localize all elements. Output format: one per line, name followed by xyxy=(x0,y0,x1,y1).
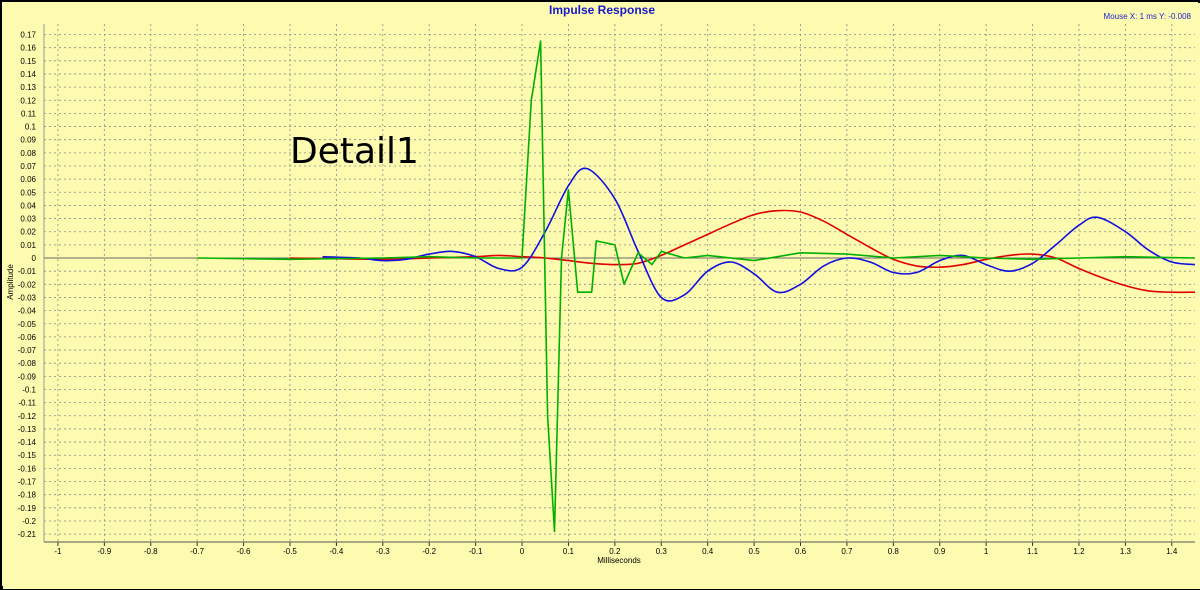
y-tick-label: -0.02 xyxy=(18,280,37,289)
y-tick-label: -0.04 xyxy=(18,307,37,316)
y-tick-label: 0.13 xyxy=(20,83,36,92)
y-tick-label: -0.1 xyxy=(22,385,36,394)
x-axis-label: Milliseconds xyxy=(597,556,641,565)
x-tick-label: 0.7 xyxy=(841,547,853,556)
y-tick-label: -0.16 xyxy=(18,464,37,473)
y-tick-label: 0.17 xyxy=(20,31,36,40)
x-tick-label: 1.1 xyxy=(1027,547,1039,556)
mouse-readout: Mouse X: 1 ms Y: -0.008 xyxy=(1104,12,1192,21)
x-tick-label: -0.6 xyxy=(237,547,251,556)
y-tick-label: -0.21 xyxy=(18,530,37,539)
y-tick-label: -0.07 xyxy=(18,346,37,355)
y-tick-label: 0 xyxy=(32,254,37,263)
x-tick-label: 1.4 xyxy=(1166,547,1178,556)
y-tick-label: -0.06 xyxy=(18,333,37,342)
x-tick-label: 1.2 xyxy=(1073,547,1085,556)
chart-frame: -1 -0.9 -0.8 -0.7 -0.6 -0.5 -0.4 -0.3 -0.2 -0.1 0 0… xyxy=(0,0,1200,589)
y-tick-label: 0.16 xyxy=(20,44,36,53)
y-tick-label: -0.09 xyxy=(18,372,37,381)
x-tick-label: -0.7 xyxy=(190,547,204,556)
x-tick-label: 1.3 xyxy=(1120,547,1132,556)
x-tick-label: -1 xyxy=(54,547,62,556)
y-tick-label: -0.2 xyxy=(22,517,36,526)
y-tick-label: -0.14 xyxy=(18,438,37,447)
impulse-response-chart: -1 -0.9 -0.8 -0.7 -0.6 -0.5 -0.4 -0.3 -0.2 -0.1 0 0… xyxy=(3,3,1200,589)
x-tick-label: -0.5 xyxy=(283,547,297,556)
x-tick-label: 1 xyxy=(984,547,989,556)
x-tick-label: 0.1 xyxy=(563,547,575,556)
x-tick-label: -0.3 xyxy=(376,547,390,556)
y-tick-label: -0.03 xyxy=(18,293,37,302)
y-tick-label: 0.14 xyxy=(20,70,36,79)
x-tick-label: 0.3 xyxy=(656,547,668,556)
chart-background xyxy=(3,3,1200,589)
y-tick-label: 0.11 xyxy=(21,109,37,118)
y-tick-label: -0.01 xyxy=(18,267,37,276)
y-tick-label: 0.03 xyxy=(20,215,36,224)
y-tick-label: 0.02 xyxy=(20,228,36,237)
y-tick-label: -0.17 xyxy=(18,478,37,487)
x-tick-label: 0.9 xyxy=(934,547,946,556)
y-tick-label: -0.12 xyxy=(18,412,37,421)
x-tick-label: -0.1 xyxy=(469,547,483,556)
y-tick-label: 0.05 xyxy=(20,188,36,197)
x-tick-label: 0.5 xyxy=(749,547,761,556)
x-tick-label: -0.9 xyxy=(97,547,111,556)
x-tick-label: 0.8 xyxy=(888,547,900,556)
chart-title: Impulse Response xyxy=(549,3,655,17)
y-tick-label: -0.15 xyxy=(18,451,37,460)
x-tick-label: -0.2 xyxy=(422,547,436,556)
annotation-detail1: Detail1 xyxy=(290,131,419,172)
y-tick-label: 0.12 xyxy=(20,96,36,105)
x-tick-label: -0.4 xyxy=(329,547,343,556)
x-tick-label: 0.2 xyxy=(609,547,621,556)
y-tick-label: -0.19 xyxy=(18,504,37,513)
y-tick-label: 0.09 xyxy=(20,136,36,145)
y-tick-label: 0.06 xyxy=(20,175,36,184)
y-tick-label: -0.18 xyxy=(18,491,37,500)
y-tick-label: -0.05 xyxy=(18,320,37,329)
y-tick-label: 0.1 xyxy=(25,123,37,132)
y-tick-label: -0.08 xyxy=(18,359,37,368)
y-tick-label: 0.07 xyxy=(20,162,36,171)
y-tick-label: -0.11 xyxy=(18,399,36,408)
x-tick-label: 0.6 xyxy=(795,547,807,556)
y-tick-label: 0.08 xyxy=(20,149,36,158)
y-tick-label: 0.15 xyxy=(20,57,36,66)
y-tick-label: 0.04 xyxy=(20,201,36,210)
x-tick-label: -0.8 xyxy=(144,547,158,556)
x-tick-label: 0.4 xyxy=(702,547,714,556)
y-axis-label: Amplitude xyxy=(6,264,15,300)
x-tick-label: 0 xyxy=(520,547,525,556)
y-tick-label: 0.01 xyxy=(20,241,36,250)
y-tick-label: -0.13 xyxy=(18,425,37,434)
